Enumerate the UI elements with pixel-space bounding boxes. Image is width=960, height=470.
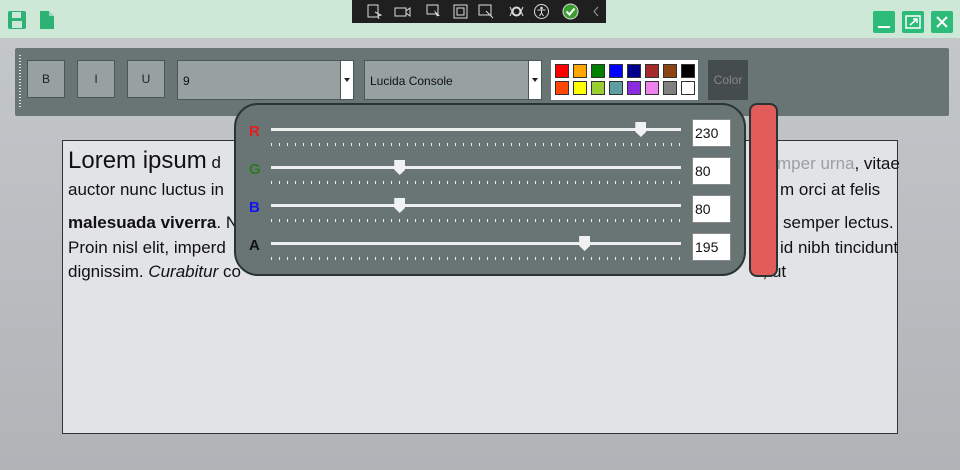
- slider-ticks: [271, 143, 681, 146]
- slider-ticks: [271, 219, 681, 222]
- doc-text: dignissim.: [68, 262, 149, 281]
- channel-label-b: B: [249, 199, 260, 216]
- maximize-button[interactable]: [902, 11, 924, 33]
- color-swatch[interactable]: [609, 64, 623, 78]
- underline-button[interactable]: U: [127, 60, 165, 98]
- color-swatch[interactable]: [645, 64, 659, 78]
- doc-text: d: [206, 153, 221, 172]
- color-swatch[interactable]: [555, 81, 569, 95]
- color-swatch[interactable]: [681, 81, 695, 95]
- font-family-combo[interactable]: Lucida Console: [364, 60, 542, 100]
- color-swatch[interactable]: [681, 64, 695, 78]
- minimize-button[interactable]: [873, 11, 895, 33]
- doc-line-3: malesuada viverra. N: [68, 213, 238, 233]
- slider-ticks: [271, 257, 681, 260]
- font-size-combo[interactable]: 9: [177, 60, 354, 100]
- doc-line-1: Lorem ipsum d: [68, 147, 221, 175]
- color-palette: [551, 60, 698, 100]
- channel-value-b[interactable]: 80: [692, 195, 731, 223]
- color-swatch[interactable]: [627, 64, 641, 78]
- toolbar-grip[interactable]: [19, 55, 21, 109]
- bold-button[interactable]: B: [27, 60, 65, 98]
- doc-italic-text: Curabitur: [148, 262, 219, 281]
- doc-line-2-end: m orci at felis: [780, 180, 881, 199]
- doc-line-4-end: id nibh tincidunt: [780, 238, 899, 257]
- new-document-icon[interactable]: [36, 9, 58, 31]
- channel-label-r: R: [249, 123, 260, 140]
- doc-line-1-end: mper urna, vitae: [777, 154, 900, 174]
- color-preview-swatch: [749, 103, 778, 277]
- chevron-down-icon[interactable]: [528, 61, 541, 99]
- channel-value-g[interactable]: 80: [692, 157, 731, 185]
- color-swatch[interactable]: [555, 64, 569, 78]
- collapse-icon[interactable]: [588, 3, 605, 20]
- slider-track-b[interactable]: [271, 204, 681, 207]
- doc-faded-text: mper urna: [777, 154, 855, 173]
- channel-value-a[interactable]: 195: [692, 233, 731, 261]
- doc-line-2: auctor nunc luctus in: [68, 180, 224, 199]
- doc-text: , vitae: [854, 154, 900, 173]
- save-icon[interactable]: [6, 9, 28, 31]
- channel-value-r[interactable]: 230: [692, 119, 731, 147]
- debug-toolbar: [352, 0, 606, 23]
- slider-track-a[interactable]: [271, 242, 681, 245]
- slider-track-g[interactable]: [271, 166, 681, 169]
- color-swatch[interactable]: [645, 81, 659, 95]
- maximize-icon: [905, 15, 921, 29]
- channel-label-a: A: [249, 237, 260, 254]
- check-icon[interactable]: [562, 3, 579, 20]
- channel-label-g: G: [249, 161, 261, 178]
- color-swatch[interactable]: [609, 81, 623, 95]
- inspect-icon[interactable]: [478, 3, 495, 20]
- color-swatch[interactable]: [573, 64, 587, 78]
- minimize-icon: [878, 26, 890, 28]
- color-swatch[interactable]: [663, 81, 677, 95]
- close-button[interactable]: [931, 11, 953, 33]
- color-swatch[interactable]: [573, 81, 587, 95]
- color-swatch[interactable]: [663, 64, 677, 78]
- pointer-icon[interactable]: [426, 3, 443, 20]
- doc-heading: Lorem ipsum: [68, 147, 207, 174]
- close-icon: [936, 16, 948, 28]
- binding-icon[interactable]: [508, 3, 525, 20]
- accessibility-icon[interactable]: [533, 3, 550, 20]
- color-swatch[interactable]: [627, 81, 641, 95]
- color-swatch[interactable]: [591, 81, 605, 95]
- frame-icon[interactable]: [452, 3, 469, 20]
- chevron-down-icon[interactable]: [340, 61, 353, 99]
- color-swatch[interactable]: [591, 64, 605, 78]
- italic-button[interactable]: I: [77, 60, 115, 98]
- doc-line-5: dignissim. Curabitur co: [68, 262, 241, 282]
- color-button[interactable]: Color: [708, 60, 748, 100]
- doc-line-3-end: semper lectus.: [783, 213, 894, 232]
- font-family-value: Lucida Console: [370, 74, 453, 88]
- select-element-icon[interactable]: [366, 3, 383, 20]
- slider-track-r[interactable]: [271, 128, 681, 131]
- font-size-value: 9: [183, 74, 190, 88]
- doc-line-4: Proin nisl elit, imperd: [68, 238, 226, 257]
- slider-ticks: [271, 181, 681, 184]
- doc-bold-text: malesuada viverra: [68, 213, 217, 232]
- video-icon[interactable]: [394, 3, 411, 20]
